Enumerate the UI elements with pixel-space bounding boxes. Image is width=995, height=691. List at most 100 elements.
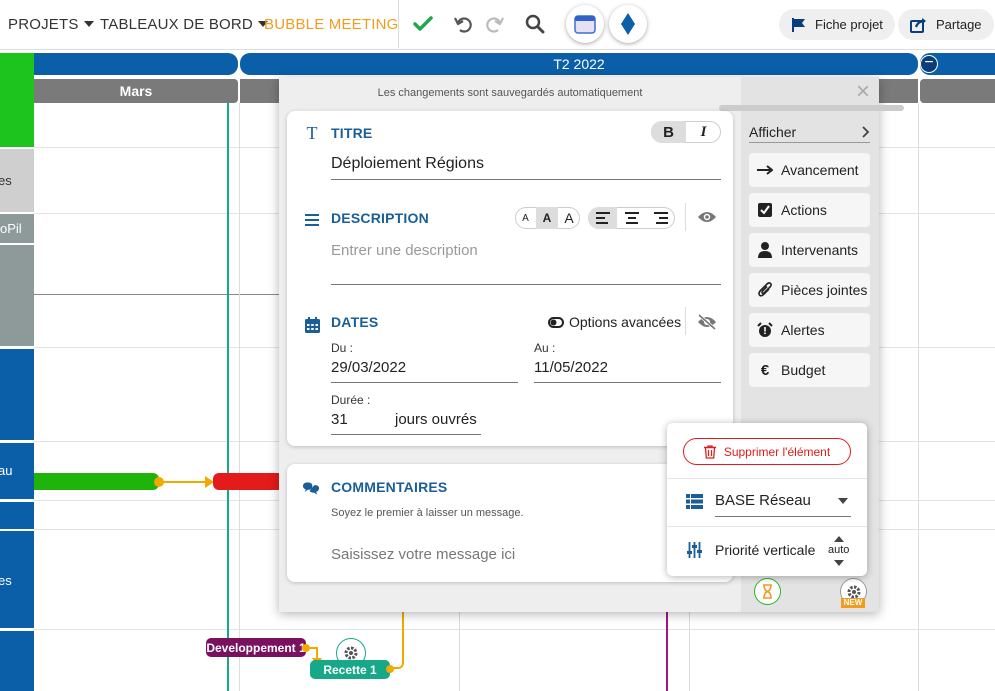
- side-item-alertes[interactable]: Alertes: [749, 313, 870, 347]
- au-input[interactable]: 11/05/2022: [534, 359, 608, 376]
- row-header: [0, 245, 34, 346]
- field-underline: [534, 382, 721, 383]
- du-input[interactable]: 29/03/2022: [331, 359, 406, 376]
- hourglass-icon: [763, 584, 772, 599]
- share-icon: [910, 17, 926, 33]
- month-header: Mars: [34, 79, 238, 103]
- duree-input[interactable]: 31: [331, 411, 348, 428]
- sliders-icon: [687, 542, 702, 563]
- afficher-toggle[interactable]: Afficher: [749, 124, 870, 140]
- side-item-intervenants[interactable]: Intervenants: [749, 233, 870, 267]
- priorite-value[interactable]: auto: [828, 544, 849, 556]
- text-size-medium-button[interactable]: A: [536, 207, 558, 229]
- toggle-icon: [548, 316, 564, 328]
- align-center-icon[interactable]: [617, 207, 646, 229]
- milestone-view-button[interactable]: [609, 5, 647, 43]
- eye-icon[interactable]: [697, 210, 717, 229]
- element-options-popover: Supprimer l'élément BASE Réseau Priorité…: [667, 423, 867, 576]
- row-header: oPil: [0, 214, 34, 243]
- duree-unit: jours ouvrés: [395, 411, 477, 428]
- menu-projets[interactable]: PROJETS: [8, 16, 94, 33]
- eye-slash-icon[interactable]: [697, 313, 717, 335]
- arrow-right-icon: [749, 165, 781, 175]
- calendar-icon: [303, 316, 321, 334]
- row-header: [0, 502, 34, 529]
- partage-label: Partage: [936, 17, 982, 32]
- side-item-budget[interactable]: € Budget: [749, 353, 870, 387]
- scrollbar[interactable]: [719, 105, 904, 111]
- calendar-view-button[interactable]: [566, 5, 604, 43]
- gantt-bar-green[interactable]: [34, 473, 159, 490]
- side-item-pieces-jointes[interactable]: Pièces jointes: [749, 273, 870, 307]
- text-size-small-button[interactable]: A: [515, 207, 536, 229]
- undo-icon[interactable]: [451, 12, 475, 36]
- side-item-actions[interactable]: Actions: [749, 193, 870, 227]
- toolbar-divider: [398, 0, 399, 48]
- chevron-down-icon[interactable]: [838, 498, 848, 504]
- menu-tableaux-de-bord[interactable]: TABLEAUX DE BORD: [100, 16, 268, 33]
- side-item-label: Actions: [781, 202, 827, 218]
- check-icon[interactable]: [411, 12, 435, 36]
- planning-button[interactable]: [754, 578, 781, 605]
- user-icon: [749, 242, 781, 258]
- side-item-label: Budget: [781, 362, 826, 378]
- task-developpement[interactable]: Developpement 1: [206, 638, 306, 657]
- gantt-bar-red[interactable]: [213, 473, 283, 490]
- close-icon[interactable]: ×: [856, 80, 870, 104]
- chevron-right-icon: [862, 126, 870, 138]
- chevron-down-icon[interactable]: [834, 560, 844, 566]
- chevron-down-icon: [83, 21, 94, 27]
- row-header: es: [0, 531, 34, 628]
- row-header: [0, 349, 34, 440]
- italic-button[interactable]: I: [686, 121, 721, 143]
- milestone-line: [666, 600, 668, 691]
- task-recette[interactable]: Recette 1: [310, 660, 390, 679]
- titre-input[interactable]: Déploiement Régions: [331, 155, 484, 173]
- delete-element-button[interactable]: Supprimer l'élément: [683, 438, 851, 465]
- dates-label: DATES: [331, 314, 379, 330]
- grid-vline: [918, 103, 919, 691]
- text-size-group: A A A: [515, 207, 580, 229]
- side-item-avancement[interactable]: Avancement: [749, 153, 870, 187]
- menu-bubble-meeting[interactable]: BUBBLE MEETING: [264, 16, 399, 33]
- field-underline: [331, 382, 518, 383]
- redo-icon[interactable]: [483, 12, 507, 36]
- row-header: [0, 631, 34, 691]
- delete-element-label: Supprimer l'élément: [723, 444, 831, 459]
- text-size-large-button[interactable]: A: [558, 207, 580, 229]
- euro-icon: €: [760, 361, 770, 379]
- divider: [685, 307, 686, 335]
- list-icon: [686, 494, 703, 514]
- trash-icon: [703, 444, 716, 459]
- collapse-icon[interactable]: −: [920, 55, 938, 73]
- divider: [685, 203, 686, 231]
- field-underline: [331, 179, 721, 180]
- divider: [667, 478, 867, 479]
- divider: [667, 526, 867, 527]
- text-style-group: B I: [651, 121, 721, 143]
- partage-button[interactable]: Partage: [898, 9, 994, 40]
- titre-label: TITRE: [331, 125, 373, 141]
- text-icon: T: [306, 122, 318, 143]
- today-line: [227, 103, 229, 691]
- base-select[interactable]: BASE Réseau: [715, 492, 811, 509]
- fiche-projet-button[interactable]: Fiche projet: [779, 9, 895, 40]
- field-underline: [331, 284, 721, 285]
- dependency-dot: [154, 477, 164, 487]
- message-input[interactable]: Saisissez votre message ici: [331, 546, 515, 563]
- options-avancees-toggle[interactable]: Options avancées: [548, 314, 681, 330]
- description-icon: [303, 211, 321, 229]
- side-item-label: Pièces jointes: [781, 282, 868, 298]
- row-label: au: [0, 463, 13, 478]
- align-right-icon[interactable]: [646, 207, 675, 229]
- align-left-icon[interactable]: [588, 207, 617, 229]
- search-icon[interactable]: [523, 12, 547, 36]
- comments-icon: [302, 479, 320, 497]
- description-input[interactable]: Entrer une description: [331, 242, 478, 259]
- side-item-label: Avancement: [781, 162, 859, 178]
- grid-line: [34, 294, 280, 295]
- menu-projets-label: PROJETS: [8, 16, 79, 33]
- chevron-up-icon[interactable]: [834, 536, 844, 542]
- au-label: Au :: [534, 341, 556, 355]
- bold-button[interactable]: B: [651, 121, 686, 143]
